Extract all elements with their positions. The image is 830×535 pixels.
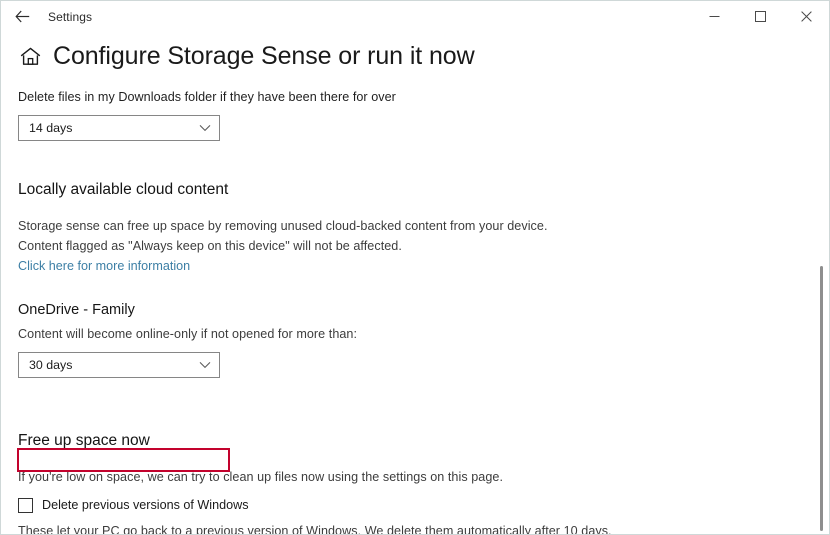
- minimize-button[interactable]: [691, 1, 737, 32]
- vertical-scrollbar[interactable]: [815, 33, 828, 534]
- title-bar: Settings: [1, 1, 829, 32]
- onedrive-description: Content will become online-only if not o…: [18, 324, 799, 344]
- onedrive-retention-value: 30 days: [29, 357, 72, 373]
- onedrive-retention-dropdown[interactable]: 30 days: [18, 352, 220, 378]
- maximize-icon: [755, 11, 766, 22]
- cloud-content-line-1: Storage sense can free up space by remov…: [18, 216, 799, 236]
- back-arrow-icon: [15, 10, 30, 23]
- settings-window: Settings: [0, 0, 830, 535]
- downloads-retention-dropdown[interactable]: 14 days: [18, 115, 220, 141]
- delete-previous-windows-note: These let your PC go back to a previous …: [18, 521, 799, 535]
- chevron-down-icon: [199, 361, 211, 369]
- scrollbar-thumb[interactable]: [820, 266, 823, 531]
- minimize-icon: [709, 11, 720, 22]
- settings-page: Configure Storage Sense or run it now De…: [1, 41, 829, 535]
- onedrive-account-name: OneDrive - Family: [18, 300, 799, 320]
- cloud-content-line-2: Content flagged as "Always keep on this …: [18, 236, 799, 256]
- delete-previous-windows-label: Delete previous versions of Windows: [42, 496, 249, 514]
- cloud-content-heading: Locally available cloud content: [18, 179, 799, 200]
- caption-button-group: [691, 1, 829, 32]
- page-header: Configure Storage Sense or run it now: [18, 41, 799, 71]
- delete-previous-windows-checkbox-row[interactable]: Delete previous versions of Windows: [18, 493, 799, 517]
- back-button[interactable]: [1, 2, 43, 32]
- free-up-space-description: If you're low on space, we can try to cl…: [18, 467, 799, 487]
- close-icon: [801, 11, 812, 22]
- app-title: Settings: [48, 10, 92, 24]
- free-up-space-heading: Free up space now: [18, 430, 799, 451]
- maximize-button[interactable]: [737, 1, 783, 32]
- downloads-description: Delete files in my Downloads folder if t…: [18, 87, 799, 107]
- home-icon[interactable]: [18, 44, 42, 68]
- delete-previous-windows-checkbox[interactable]: [18, 498, 33, 513]
- close-button[interactable]: [783, 1, 829, 32]
- downloads-retention-value: 14 days: [29, 120, 72, 136]
- page-title: Configure Storage Sense or run it now: [53, 41, 475, 71]
- more-information-link[interactable]: Click here for more information: [18, 256, 190, 276]
- chevron-down-icon: [199, 124, 211, 132]
